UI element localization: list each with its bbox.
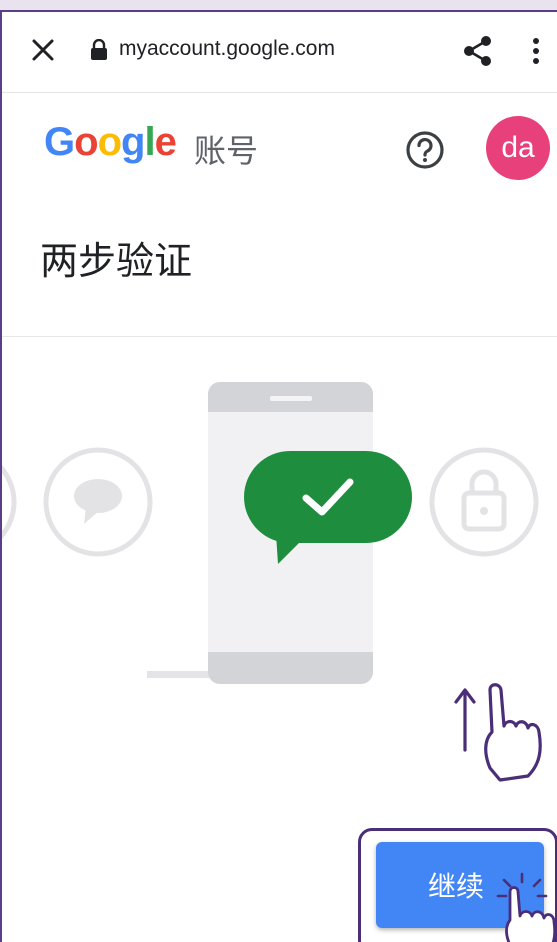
logo-letter: e (154, 120, 177, 164)
logo-letter: g (121, 120, 145, 164)
logo-letter: G (44, 120, 75, 164)
tap-hand-icon (496, 872, 557, 942)
account-label: 账号 (194, 132, 259, 170)
share-icon[interactable] (461, 34, 495, 68)
logo-letter: l (144, 120, 155, 164)
left-edge-circle (2, 465, 17, 539)
help-icon[interactable] (404, 129, 446, 171)
close-icon[interactable] (28, 35, 58, 65)
screen: myaccount.google.com Google 账号 da 两步验证 继… (0, 10, 557, 942)
more-vert-icon[interactable] (529, 36, 543, 66)
avatar[interactable]: da (486, 116, 550, 180)
logo-letter: o (97, 120, 122, 164)
message-icon (43, 447, 153, 557)
two-step-illustration (2, 382, 539, 684)
page-title: 两步验证 (40, 239, 193, 283)
google-logo: Google (44, 120, 177, 165)
lock-icon (91, 39, 107, 60)
lock-icon (429, 447, 539, 557)
url-text[interactable]: myaccount.google.com (119, 37, 335, 61)
logo-letter: o (74, 120, 98, 164)
browser-toolbar: myaccount.google.com (2, 12, 557, 93)
swipe-up-hand-icon (454, 683, 542, 782)
divider (2, 336, 557, 337)
